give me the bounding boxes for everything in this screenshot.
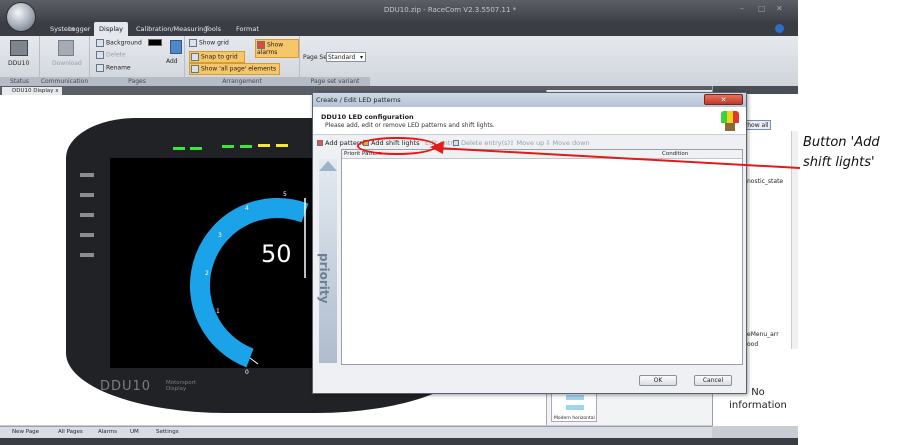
annotation-text: Button 'Add shift lights' (803, 135, 880, 170)
annotation-arrow (430, 141, 801, 169)
application-menu-button[interactable] (6, 2, 36, 32)
